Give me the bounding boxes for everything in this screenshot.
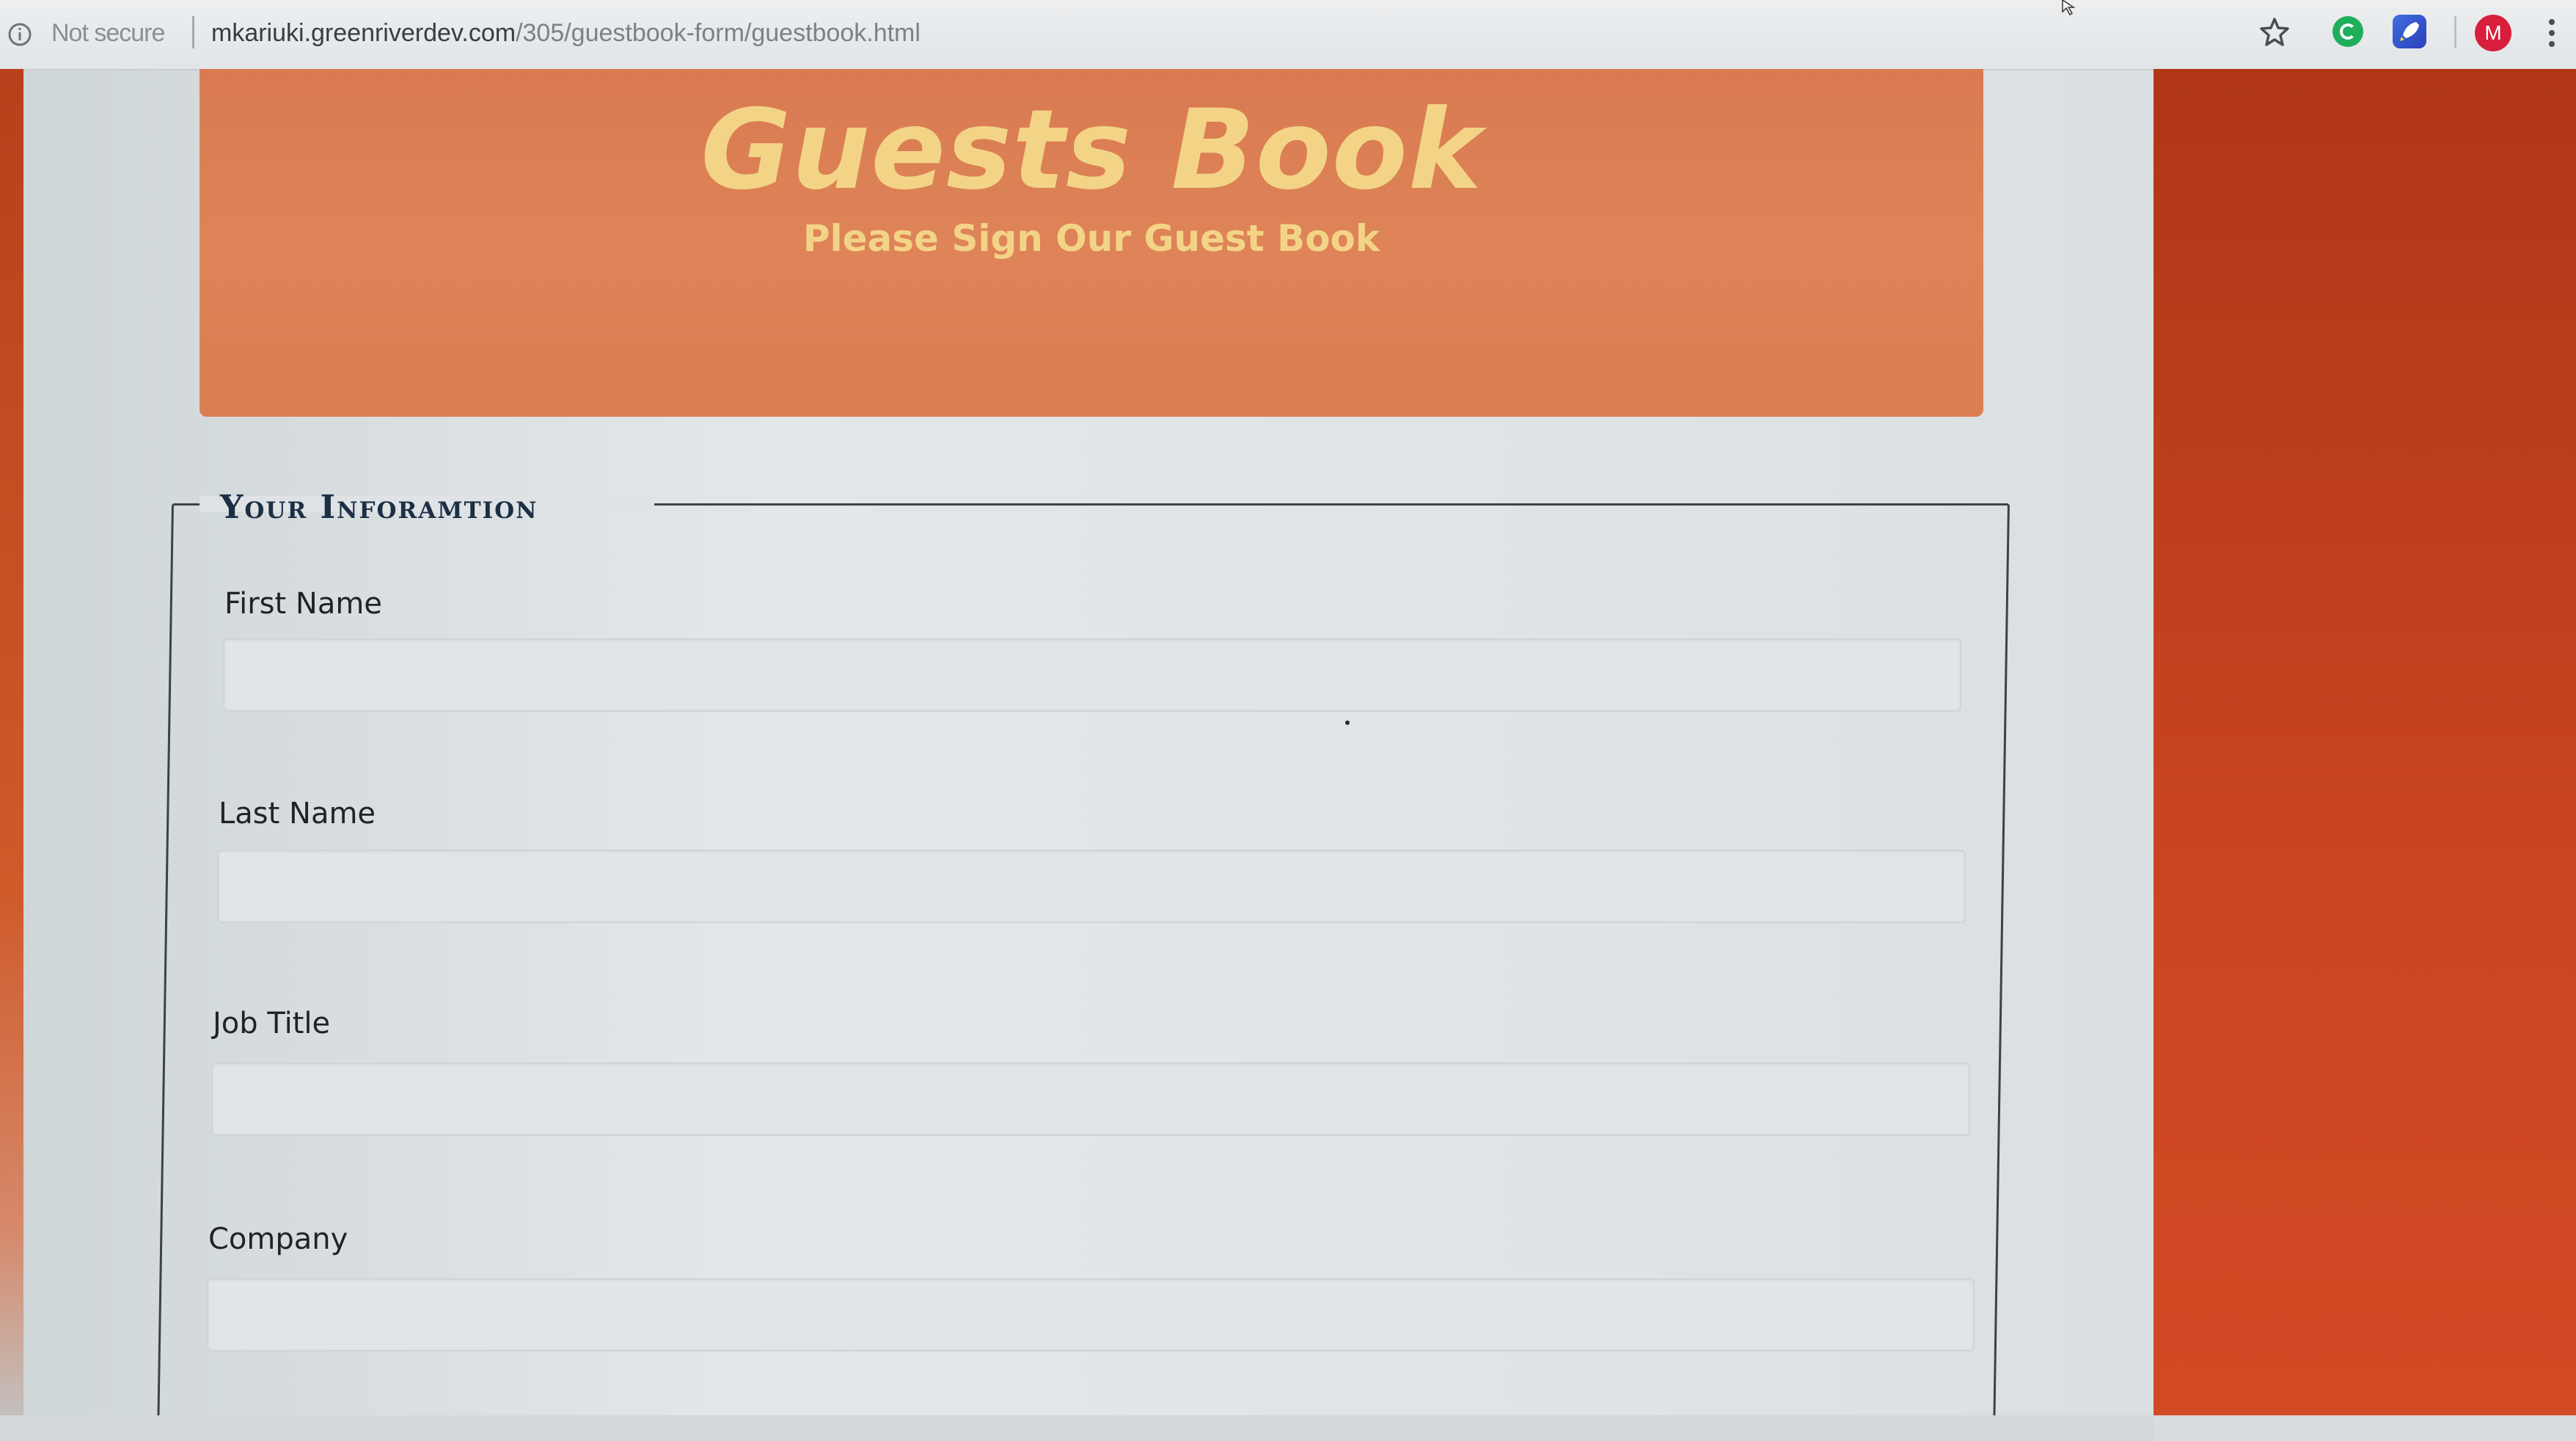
url-separator	[192, 16, 194, 48]
page-subtitle: Please Sign Our Guest Book	[802, 217, 1380, 260]
grammarly-extension-icon[interactable]	[2332, 16, 2363, 47]
bookmark-star-icon[interactable]	[2259, 16, 2290, 47]
info-icon[interactable]	[7, 22, 32, 47]
bottom-strip	[0, 1415, 2154, 1441]
left-accent-bar	[0, 69, 23, 1441]
company-input[interactable]	[207, 1278, 1975, 1351]
kebab-menu-icon[interactable]	[2547, 15, 2557, 51]
last-name-label: Last Name	[219, 797, 376, 831]
security-status[interactable]: Not secure	[51, 19, 165, 48]
url-path: /305/guestbook-form/guestbook.html	[516, 19, 921, 47]
profile-avatar[interactable]: M	[2475, 15, 2511, 51]
company-label: Company	[208, 1222, 348, 1256]
fieldset-legend: Your Inforamtion	[220, 489, 538, 526]
first-name-label: First Name	[224, 587, 382, 621]
mouse-cursor-icon	[2061, 0, 2080, 16]
right-sidebar	[2154, 69, 2576, 1415]
job-title-label: Job Title	[213, 1007, 331, 1040]
rocket-extension-icon[interactable]	[2393, 15, 2426, 48]
first-name-input[interactable]	[223, 638, 1961, 712]
job-title-input[interactable]	[211, 1062, 1970, 1136]
header-banner: Guests Book Please Sign Our Guest Book	[200, 69, 1983, 417]
screen: Not secure mkariuki.greenriverdev.com/30…	[0, 0, 2576, 1441]
page-title: Guests Book	[700, 87, 1482, 214]
stray-dot	[1345, 720, 1350, 725]
url-host: mkariuki.greenriverdev.com	[211, 19, 516, 47]
browser-address-bar: Not secure mkariuki.greenriverdev.com/30…	[0, 0, 2576, 70]
right-bottom-strip	[2154, 1415, 2576, 1441]
last-name-input[interactable]	[217, 850, 1966, 923]
toolbar-divider	[2454, 16, 2456, 48]
url-field[interactable]: mkariuki.greenriverdev.com/305/guestbook…	[211, 19, 921, 48]
